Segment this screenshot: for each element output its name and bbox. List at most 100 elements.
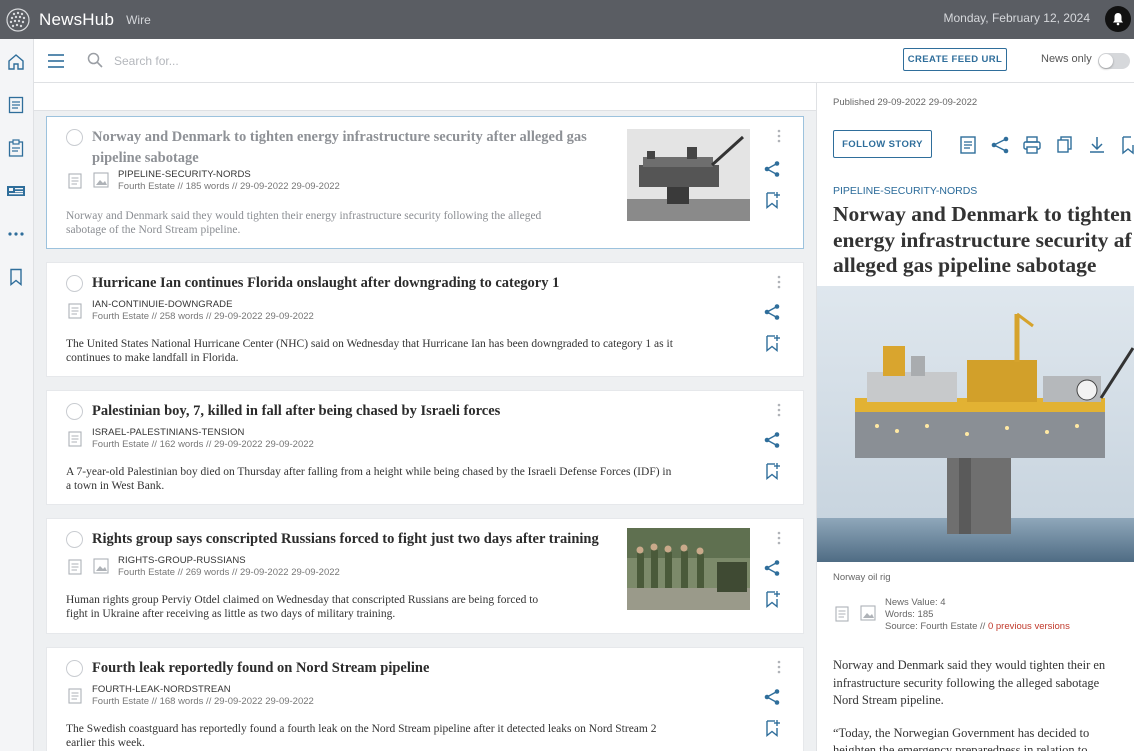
body-line: Norway and Denmark said they would tight… bbox=[833, 658, 1106, 672]
menu-icon[interactable] bbox=[47, 53, 65, 69]
bell-icon bbox=[1113, 13, 1123, 26]
title-line: alleged gas pipeline sabotage bbox=[833, 253, 1097, 277]
detail-body: Norway and Denmark said they would tight… bbox=[833, 657, 1134, 751]
story-meta: Fourth Estate // 162 words // 29-09-2022… bbox=[92, 439, 314, 450]
news-only-toggle[interactable] bbox=[1098, 53, 1130, 69]
text-type-icon bbox=[68, 688, 82, 704]
story-card[interactable]: Palestinian boy, 7, killed in fall after… bbox=[46, 390, 804, 505]
story-slug: RIGHTS-GROUP-RUSSIANS bbox=[118, 555, 246, 566]
select-checkbox[interactable] bbox=[66, 403, 83, 420]
story-summary: Human rights group Perviy Otdel claimed … bbox=[66, 593, 538, 621]
summary-line: A 7-year-old Palestinian boy died on Thu… bbox=[66, 466, 672, 478]
story-title[interactable]: Fourth leak reportedly found on Nord Str… bbox=[92, 658, 752, 679]
story-card[interactable]: Hurricane Ian continues Florida onslaugh… bbox=[46, 262, 804, 377]
more-options-icon[interactable] bbox=[777, 531, 781, 545]
select-checkbox[interactable] bbox=[66, 531, 83, 548]
bookmark-add-icon[interactable] bbox=[765, 334, 781, 352]
select-checkbox[interactable] bbox=[66, 660, 83, 677]
body-line: heighten the emergency preparedness in r… bbox=[833, 743, 1088, 751]
story-thumbnail[interactable] bbox=[627, 129, 750, 221]
story-meta: Fourth Estate // 258 words // 29-09-2022… bbox=[92, 311, 314, 322]
story-meta: Fourth Estate // 185 words // 29-09-2022… bbox=[118, 181, 340, 192]
nav-bookmarks[interactable] bbox=[5, 266, 27, 288]
more-options-icon[interactable] bbox=[777, 660, 781, 674]
current-date: Monday, February 12, 2024 bbox=[943, 11, 1090, 25]
nav-clipboard[interactable] bbox=[5, 137, 27, 159]
story-slug: FOURTH-LEAK-NORDSTREAN bbox=[92, 684, 231, 695]
more-options-icon[interactable] bbox=[777, 129, 781, 143]
download-icon[interactable] bbox=[1087, 135, 1107, 155]
notifications-button[interactable] bbox=[1105, 6, 1131, 32]
story-slug: PIPELINE-SECURITY-NORDS bbox=[118, 169, 251, 180]
story-meta: Fourth Estate // 269 words // 29-09-2022… bbox=[118, 567, 340, 578]
text-type-icon bbox=[68, 431, 82, 447]
more-options-icon[interactable] bbox=[777, 275, 781, 289]
nav-more[interactable] bbox=[5, 223, 27, 245]
story-card[interactable]: Rights group says conscripted Russians f… bbox=[46, 518, 804, 634]
body-line: infrastructure security following the al… bbox=[833, 675, 1100, 690]
select-checkbox[interactable] bbox=[66, 275, 83, 292]
section-name: Wire bbox=[126, 12, 151, 27]
summary-line: The United States National Hurricane Cen… bbox=[66, 338, 673, 350]
create-feed-url-button[interactable]: CREATE FEED URL bbox=[903, 48, 1007, 71]
search-icon bbox=[87, 52, 103, 68]
story-title[interactable]: Palestinian boy, 7, killed in fall after… bbox=[92, 401, 752, 422]
previous-versions-link[interactable]: 0 previous versions bbox=[988, 621, 1070, 632]
oil-rig-photo bbox=[817, 286, 1134, 562]
detail-title: Norway and Denmark to tighten energy inf… bbox=[833, 202, 1134, 279]
image-type-icon bbox=[93, 558, 109, 574]
share-icon[interactable] bbox=[763, 559, 781, 577]
share-icon[interactable] bbox=[763, 431, 781, 449]
list-header-strip bbox=[34, 83, 816, 111]
share-icon[interactable] bbox=[990, 135, 1010, 155]
follow-story-button[interactable]: FOLLOW STORY bbox=[833, 130, 932, 158]
summary-line: fight in Ukraine after receiving as litt… bbox=[66, 608, 396, 620]
nav-home[interactable] bbox=[5, 51, 27, 73]
print-icon[interactable] bbox=[1022, 135, 1042, 155]
story-summary: The Swedish coastguard has reportedly fo… bbox=[66, 722, 656, 750]
detail-slug: PIPELINE-SECURITY-NORDS bbox=[833, 185, 978, 197]
copy-icon[interactable] bbox=[1054, 135, 1074, 155]
bookmark-add-icon[interactable] bbox=[765, 191, 781, 209]
story-card[interactable]: Norway and Denmark to tighten energy inf… bbox=[46, 116, 804, 249]
share-icon[interactable] bbox=[763, 688, 781, 706]
document-icon bbox=[8, 96, 24, 114]
summary-line: earlier this week. bbox=[66, 737, 145, 749]
image-type-icon bbox=[93, 172, 109, 188]
bookmark-add-icon[interactable] bbox=[1119, 135, 1134, 155]
search-input[interactable] bbox=[114, 49, 514, 73]
more-options-icon[interactable] bbox=[777, 403, 781, 417]
bookmark-add-icon[interactable] bbox=[765, 719, 781, 737]
summary-line: Norway and Denmark said they would tight… bbox=[66, 210, 542, 222]
home-icon bbox=[8, 54, 24, 70]
soldiers-thumbnail-image bbox=[627, 528, 750, 610]
select-checkbox[interactable] bbox=[66, 129, 83, 146]
story-title[interactable]: Hurricane Ian continues Florida onslaugh… bbox=[92, 273, 752, 294]
document-view-icon[interactable] bbox=[958, 135, 978, 155]
summary-line: a town in West Bank. bbox=[66, 480, 165, 492]
story-title[interactable]: Norway and Denmark to tighten energy inf… bbox=[92, 127, 632, 169]
oil-rig-thumbnail-image bbox=[627, 129, 750, 221]
toolbar: CREATE FEED URL News only bbox=[34, 39, 1134, 83]
story-card[interactable]: Fourth leak reportedly found on Nord Str… bbox=[46, 647, 804, 751]
detail-image[interactable] bbox=[817, 286, 1134, 562]
source-line: Source: Fourth Estate // 0 previous vers… bbox=[885, 621, 1070, 632]
share-icon[interactable] bbox=[763, 303, 781, 321]
image-caption: Norway oil rig bbox=[833, 572, 891, 583]
source-text: Source: Fourth Estate // bbox=[885, 621, 988, 632]
story-thumbnail[interactable] bbox=[627, 528, 750, 610]
share-icon[interactable] bbox=[763, 160, 781, 178]
nav-newspapers[interactable] bbox=[5, 180, 27, 202]
story-summary: The United States National Hurricane Cen… bbox=[66, 337, 673, 365]
body-line: “Today, the Norwegian Government has dec… bbox=[833, 725, 1090, 740]
story-summary: Norway and Denmark said they would tight… bbox=[66, 209, 541, 237]
title-line: energy infrastructure security af bbox=[833, 227, 1132, 252]
bookmark-add-icon[interactable] bbox=[765, 590, 781, 608]
newspaper-icon bbox=[7, 186, 25, 196]
news-only-label: News only bbox=[1041, 53, 1092, 65]
bookmark-add-icon[interactable] bbox=[765, 462, 781, 480]
nav-documents[interactable] bbox=[5, 94, 27, 116]
title-line: Norway and Denmark to tighten bbox=[833, 202, 1132, 226]
clipboard-icon bbox=[8, 139, 24, 157]
story-title[interactable]: Rights group says conscripted Russians f… bbox=[92, 529, 622, 550]
